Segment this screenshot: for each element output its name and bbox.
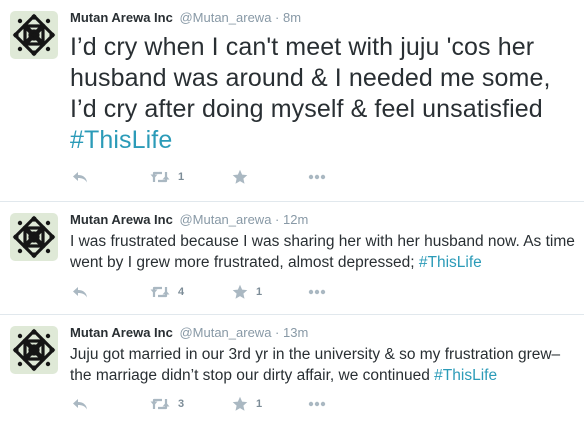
- tweet-actions: 1: [70, 168, 370, 186]
- tweet-content: Mutan Arewa Inc @Mutan_arewa · 8m I’d cr…: [70, 10, 576, 156]
- hashtag-link[interactable]: #ThisLife: [70, 126, 172, 154]
- celtic-knot-logo-icon: [12, 328, 56, 372]
- timestamp[interactable]: 12m: [283, 212, 308, 227]
- favorite-button[interactable]: 1: [232, 283, 262, 301]
- star-icon: [232, 396, 248, 412]
- celtic-knot-logo-icon: [12, 215, 56, 259]
- timestamp[interactable]: 13m: [283, 325, 308, 340]
- separator: ·: [275, 10, 280, 25]
- author-name[interactable]: Mutan Arewa Inc: [70, 212, 173, 227]
- tweet[interactable]: Mutan Arewa Inc @Mutan_arewa · 13m Juju …: [0, 315, 584, 422]
- tweet-actions: 4 1: [70, 283, 370, 301]
- tweet-header: Mutan Arewa Inc @Mutan_arewa · 8m: [70, 10, 576, 26]
- retweet-count: 3: [178, 398, 185, 410]
- more-button[interactable]: [308, 283, 326, 301]
- tweet-body: I’d cry when I can't meet with juju 'cos…: [70, 33, 551, 123]
- tweet-body: I was frustrated because I was sharing h…: [70, 233, 575, 271]
- tweet-content: Mutan Arewa Inc @Mutan_arewa · 13m Juju …: [70, 325, 576, 386]
- reply-icon: [72, 397, 88, 411]
- more-button[interactable]: [308, 395, 326, 413]
- tweet[interactable]: Mutan Arewa Inc @Mutan_arewa · 12m I was…: [0, 202, 584, 315]
- favorite-count: 1: [256, 286, 263, 298]
- reply-button[interactable]: [72, 168, 88, 186]
- ellipsis-icon: [308, 401, 326, 407]
- retweet-button[interactable]: 1: [150, 168, 184, 186]
- author-handle[interactable]: @Mutan_arewa: [179, 10, 271, 25]
- reply-icon: [72, 170, 88, 184]
- retweet-count: 4: [178, 286, 185, 298]
- tweet-actions: 3 1: [70, 395, 370, 413]
- reply-icon: [72, 285, 88, 299]
- retweet-icon: [150, 170, 170, 184]
- author-handle[interactable]: @Mutan_arewa: [179, 325, 271, 340]
- retweet-button[interactable]: 4: [150, 283, 184, 301]
- star-icon: [232, 169, 248, 185]
- tweet-stream: Mutan Arewa Inc @Mutan_arewa · 8m I’d cr…: [0, 0, 584, 422]
- avatar[interactable]: [10, 11, 58, 59]
- retweet-count: 1: [178, 171, 185, 183]
- reply-button[interactable]: [72, 283, 88, 301]
- star-icon: [232, 284, 248, 300]
- hashtag-link[interactable]: #ThisLife: [419, 254, 482, 271]
- retweet-button[interactable]: 3: [150, 395, 184, 413]
- favorite-button[interactable]: [232, 168, 256, 186]
- hashtag-link[interactable]: #ThisLife: [434, 367, 497, 384]
- favorite-button[interactable]: 1: [232, 395, 262, 413]
- reply-button[interactable]: [72, 395, 88, 413]
- author-name[interactable]: Mutan Arewa Inc: [70, 10, 173, 25]
- tweet[interactable]: Mutan Arewa Inc @Mutan_arewa · 8m I’d cr…: [0, 0, 584, 202]
- retweet-icon: [150, 397, 170, 411]
- avatar[interactable]: [10, 326, 58, 374]
- ellipsis-icon: [308, 289, 326, 295]
- timestamp[interactable]: 8m: [283, 10, 301, 25]
- tweet-header: Mutan Arewa Inc @Mutan_arewa · 12m: [70, 212, 576, 228]
- ellipsis-icon: [308, 174, 326, 180]
- author-handle[interactable]: @Mutan_arewa: [179, 212, 271, 227]
- tweet-text: I’d cry when I can't meet with juju 'cos…: [70, 32, 576, 156]
- celtic-knot-logo-icon: [12, 13, 56, 57]
- avatar[interactable]: [10, 213, 58, 261]
- author-name[interactable]: Mutan Arewa Inc: [70, 325, 173, 340]
- tweet-text: Juju got married in our 3rd yr in the un…: [70, 344, 576, 386]
- tweet-content: Mutan Arewa Inc @Mutan_arewa · 12m I was…: [70, 212, 576, 273]
- retweet-icon: [150, 285, 170, 299]
- favorite-count: 1: [256, 398, 263, 410]
- tweet-text: I was frustrated because I was sharing h…: [70, 231, 576, 273]
- more-button[interactable]: [308, 168, 326, 186]
- tweet-header: Mutan Arewa Inc @Mutan_arewa · 13m: [70, 325, 576, 341]
- separator: ·: [275, 325, 280, 340]
- separator: ·: [275, 212, 280, 227]
